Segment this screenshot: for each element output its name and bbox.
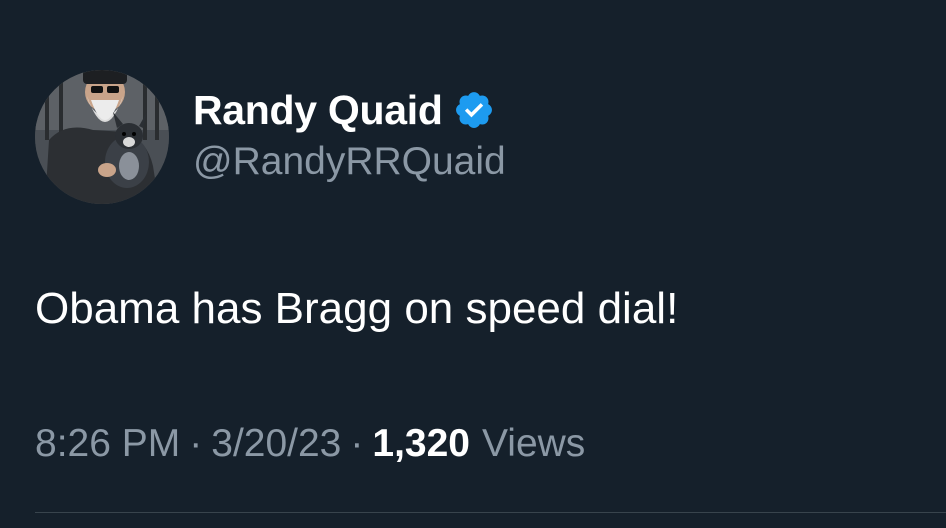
author-name-row[interactable]: Randy Quaid — [193, 82, 495, 138]
tweet-metadata: 8:26 PM · 3/20/23 · 1,320 Views — [35, 422, 585, 466]
divider — [35, 512, 946, 513]
views-count[interactable]: 1,320 — [372, 422, 470, 466]
tweet-date[interactable]: 3/20/23 — [211, 422, 341, 466]
author-handle[interactable]: @RandyRRQuaid — [193, 140, 506, 184]
verified-badge-icon[interactable] — [453, 89, 495, 131]
avatar-image — [35, 70, 169, 204]
avatar[interactable] — [35, 70, 169, 204]
tweet-time[interactable]: 8:26 PM — [35, 422, 180, 466]
meta-separator: · — [189, 422, 203, 465]
views-label[interactable]: Views — [482, 422, 585, 466]
tweet-text: Obama has Bragg on speed dial! — [35, 284, 679, 333]
tweet-detail: Randy Quaid @RandyRRQuaid Obama has Brag… — [0, 0, 946, 528]
author-display-name[interactable]: Randy Quaid — [193, 87, 443, 134]
meta-separator: · — [350, 422, 364, 465]
